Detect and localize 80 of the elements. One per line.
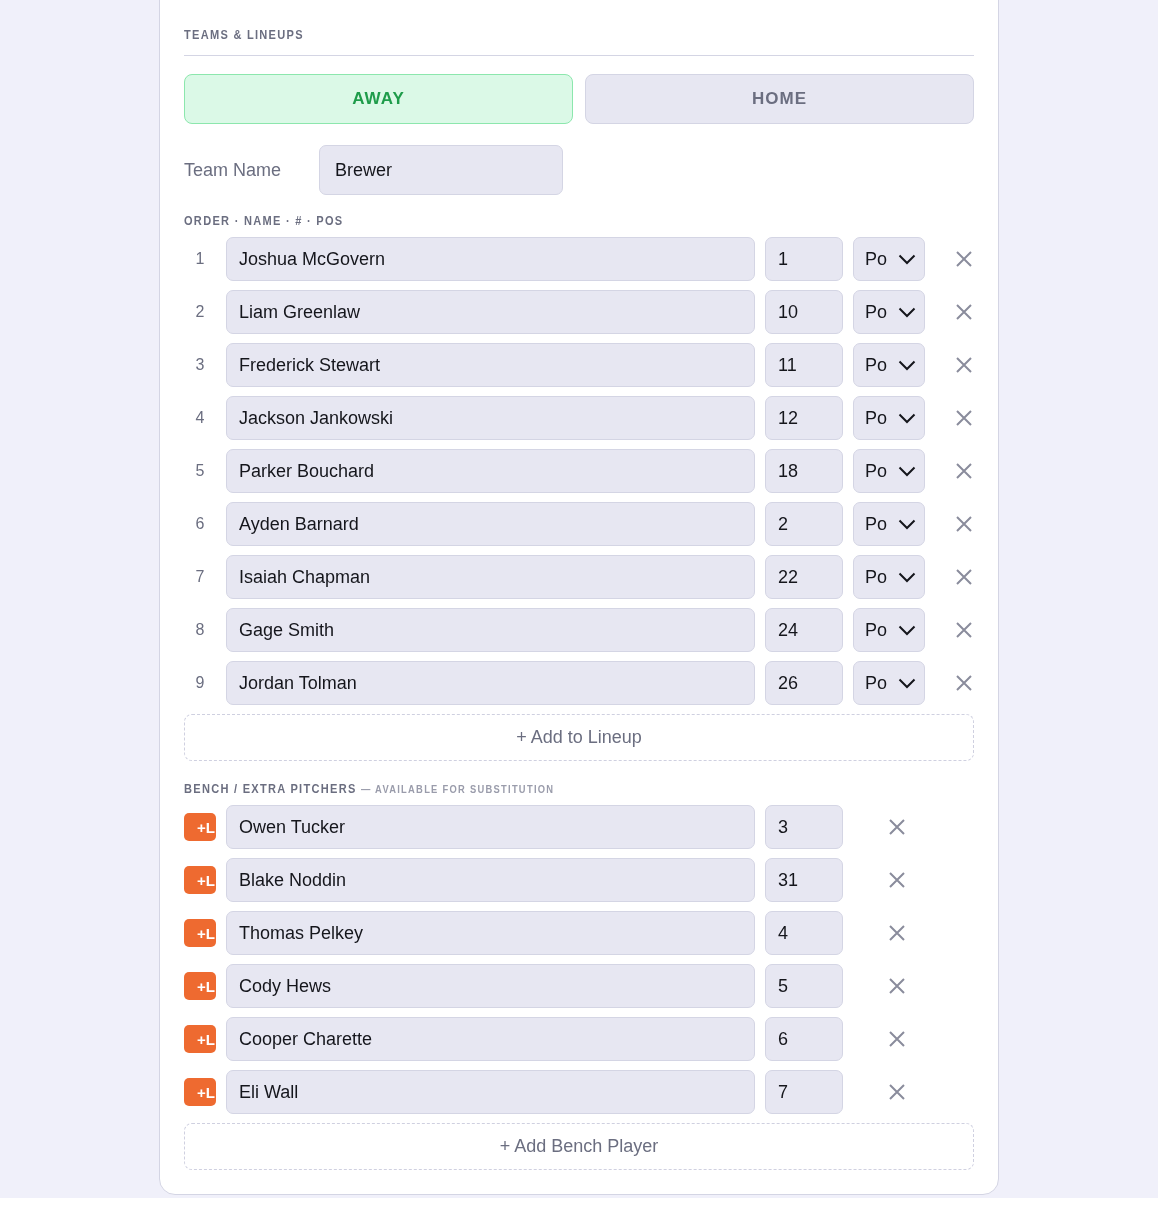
position-dropdown[interactable]: Po — [853, 237, 925, 281]
player-name-field[interactable]: Blake Noddin — [226, 858, 755, 902]
close-icon[interactable] — [955, 568, 973, 586]
team-tab[interactable]: HOME — [585, 74, 974, 124]
jersey-number-field[interactable]: 18 — [765, 449, 843, 493]
position-dropdown[interactable]: Po — [853, 555, 925, 599]
close-icon[interactable] — [955, 462, 973, 480]
position-dropdown[interactable]: Po — [853, 502, 925, 546]
player-name-field[interactable]: Isaiah Chapman — [226, 555, 755, 599]
chevron-down-icon — [898, 253, 916, 265]
player-name-field[interactable]: Frederick Stewart — [226, 343, 755, 387]
position-dropdown[interactable]: Po — [853, 290, 925, 334]
player-name-field[interactable]: Cooper Charette — [226, 1017, 755, 1061]
batting-order: 2 — [194, 303, 206, 321]
jersey-number-field[interactable]: 4 — [765, 911, 843, 955]
player-name-field[interactable]: Jackson Jankowski — [226, 396, 755, 440]
jersey-number-field[interactable]: 31 — [765, 858, 843, 902]
player-name-field[interactable]: Parker Bouchard — [226, 449, 755, 493]
batting-order: 4 — [194, 409, 206, 427]
close-icon[interactable] — [955, 303, 973, 321]
batting-order: 7 — [194, 568, 206, 586]
close-icon[interactable] — [955, 356, 973, 374]
chevron-down-icon — [898, 465, 916, 477]
player-name-field[interactable]: Owen Tucker — [226, 805, 755, 849]
close-icon[interactable] — [888, 818, 906, 836]
jersey-number-field[interactable]: 6 — [765, 1017, 843, 1061]
chevron-down-icon — [898, 306, 916, 318]
close-icon[interactable] — [955, 409, 973, 427]
batting-order: 9 — [194, 674, 206, 692]
position-dropdown[interactable]: Po — [853, 343, 925, 387]
bench-heading: BENCH / EXTRA PITCHERS — AVAILABLE FOR SUBSTITUTION — [184, 781, 555, 796]
batting-order: 6 — [194, 515, 206, 533]
player-name-field[interactable]: Thomas Pelkey — [226, 911, 755, 955]
chevron-down-icon — [898, 359, 916, 371]
jersey-number-field[interactable]: 5 — [765, 964, 843, 1008]
player-name-field[interactable]: Eli Wall — [226, 1070, 755, 1114]
jersey-number-field[interactable]: 7 — [765, 1070, 843, 1114]
jersey-number-field[interactable]: 12 — [765, 396, 843, 440]
batting-order: 8 — [194, 621, 206, 639]
jersey-number-field[interactable]: 11 — [765, 343, 843, 387]
chevron-down-icon — [898, 571, 916, 583]
player-name-field[interactable]: Liam Greenlaw — [226, 290, 755, 334]
player-name-field[interactable]: Ayden Barnard — [226, 502, 755, 546]
lineup-heading: ORDER · NAME · # · POS — [184, 213, 344, 228]
close-icon[interactable] — [955, 515, 973, 533]
position-dropdown[interactable]: Po — [853, 449, 925, 493]
close-icon[interactable] — [888, 1083, 906, 1101]
chevron-down-icon — [898, 412, 916, 424]
jersey-number-field[interactable]: 2 — [765, 502, 843, 546]
player-name-field[interactable]: Joshua McGovern — [226, 237, 755, 281]
batting-order: 5 — [194, 462, 206, 480]
jersey-number-field[interactable]: 1 — [765, 237, 843, 281]
close-icon[interactable] — [888, 1030, 906, 1048]
jersey-number-field[interactable]: 10 — [765, 290, 843, 334]
close-icon[interactable] — [955, 674, 973, 692]
jersey-number-field[interactable]: 24 — [765, 608, 843, 652]
position-dropdown[interactable]: Po — [853, 396, 925, 440]
team-name-label: Team Name — [184, 159, 283, 181]
jersey-number-field[interactable]: 3 — [765, 805, 843, 849]
section-title: TEAMS & LINEUPS — [184, 27, 304, 42]
batting-order: 1 — [194, 250, 206, 268]
batting-order: 3 — [194, 356, 206, 374]
close-icon[interactable] — [955, 250, 973, 268]
position-dropdown[interactable]: Po — [853, 608, 925, 652]
jersey-number-field[interactable]: 22 — [765, 555, 843, 599]
player-name-field[interactable]: Jordan Tolman — [226, 661, 755, 705]
player-name-field[interactable]: Cody Hews — [226, 964, 755, 1008]
close-icon[interactable] — [955, 621, 973, 639]
close-icon[interactable] — [888, 871, 906, 889]
team-name-field[interactable]: Brewer — [319, 145, 563, 195]
position-dropdown[interactable]: Po — [853, 661, 925, 705]
chevron-down-icon — [898, 624, 916, 636]
close-icon[interactable] — [888, 924, 906, 942]
add-bench-player-button[interactable]: + Add Bench Player — [184, 1123, 974, 1170]
close-icon[interactable] — [888, 977, 906, 995]
jersey-number-field[interactable]: 26 — [765, 661, 843, 705]
add-to-lineup-button[interactable]: + Add to Lineup — [184, 714, 974, 761]
chevron-down-icon — [898, 677, 916, 689]
player-name-field[interactable]: Gage Smith — [226, 608, 755, 652]
chevron-down-icon — [898, 518, 916, 530]
